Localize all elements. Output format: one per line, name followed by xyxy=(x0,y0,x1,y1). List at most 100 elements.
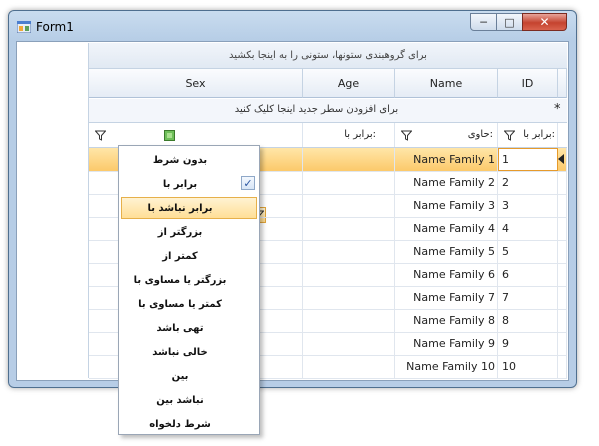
boolean-filter-checkbox[interactable] xyxy=(161,127,177,143)
menu-item-label: بین xyxy=(171,370,189,382)
funnel-icon xyxy=(400,130,412,141)
cell-id[interactable]: 3 xyxy=(498,194,558,217)
menu-item-label: کمتر از xyxy=(162,250,198,262)
close-icon: ✕ xyxy=(539,15,550,29)
new-row-marker: * xyxy=(554,102,561,117)
cell-name[interactable]: Name Family 2 xyxy=(395,171,498,194)
filter-operator-label: برابر با: xyxy=(344,129,376,140)
cell-age[interactable] xyxy=(303,194,395,217)
row-header[interactable] xyxy=(558,171,567,194)
cell-age[interactable] xyxy=(303,355,395,378)
row-header[interactable] xyxy=(558,240,567,263)
menu-item[interactable]: نباشد بین xyxy=(121,389,257,411)
row-header[interactable] xyxy=(558,355,567,378)
row-header[interactable] xyxy=(558,263,567,286)
column-header-label: Name xyxy=(429,76,463,90)
menu-item[interactable]: خالی نباشد xyxy=(121,341,257,363)
menu-item[interactable]: شرط دلخواه xyxy=(121,413,257,435)
menu-item[interactable]: کمتر از xyxy=(121,245,257,267)
cell-id[interactable]: 2 xyxy=(498,171,558,194)
menu-item[interactable]: بزرگتر از xyxy=(121,221,257,243)
cell-age[interactable] xyxy=(303,148,395,171)
cell-id[interactable]: 7 xyxy=(498,286,558,309)
cell-id[interactable]: 6 xyxy=(498,263,558,286)
cell-id[interactable]: 8 xyxy=(498,309,558,332)
cell-age[interactable] xyxy=(303,171,395,194)
close-button[interactable]: ✕ xyxy=(522,13,567,31)
menu-item[interactable]: بدون شرط xyxy=(121,149,257,171)
menu-item[interactable]: برابر با ✓ xyxy=(121,173,257,195)
cell-age[interactable] xyxy=(303,332,395,355)
group-panel-text: برای گروهبندی ستونها، ستونی را به اینجا … xyxy=(229,50,427,61)
cell-id[interactable]: 10 xyxy=(498,355,558,378)
column-header-name[interactable]: Name xyxy=(395,69,498,98)
menu-item[interactable]: تهی باشد xyxy=(121,317,257,339)
cell-age[interactable] xyxy=(303,217,395,240)
filter-button-name[interactable] xyxy=(398,127,414,143)
row-header[interactable] xyxy=(558,194,567,217)
menu-item-label: تهی باشد xyxy=(156,322,204,334)
cell-id[interactable]: 9 xyxy=(498,332,558,355)
app-window: Form1 ─ □ ✕ برای گروهبندی ستونها، ستونی … xyxy=(8,10,577,388)
filter-cell-name[interactable]: حاوی: xyxy=(395,123,498,147)
cell-name[interactable]: Name Family 7 xyxy=(395,286,498,309)
row-header[interactable] xyxy=(558,286,567,309)
cell-id[interactable]: 4 xyxy=(498,217,558,240)
column-header-sex[interactable]: Sex xyxy=(89,69,303,98)
column-header-age[interactable]: Age xyxy=(303,69,395,98)
cell-id[interactable]: 5 xyxy=(498,240,558,263)
cell-name[interactable]: Name Family 3 xyxy=(395,194,498,217)
cell-name[interactable]: Name Family 1 xyxy=(395,148,498,171)
column-header-label: Age xyxy=(337,76,360,90)
maximize-button[interactable]: □ xyxy=(496,13,523,31)
cell-age[interactable] xyxy=(303,286,395,309)
row-header[interactable] xyxy=(558,309,567,332)
filter-operator-label: حاوی: xyxy=(467,129,493,140)
menu-item-label: برابر با xyxy=(162,178,198,190)
minimize-button[interactable]: ─ xyxy=(470,13,497,31)
column-header-id[interactable]: ID xyxy=(498,69,558,98)
new-row[interactable]: برای افزودن سطر جدید اینجا کلیک کنید * xyxy=(89,99,567,123)
menu-item[interactable]: بین xyxy=(121,365,257,387)
cell-age[interactable] xyxy=(303,309,395,332)
cell-name[interactable]: Name Family 4 xyxy=(395,217,498,240)
maximize-icon: □ xyxy=(504,15,515,29)
menu-item-label: بزرگتر یا مساوی با xyxy=(133,274,227,286)
filter-operator-label: برابر با: xyxy=(523,129,555,140)
title-bar[interactable]: Form1 ─ □ ✕ xyxy=(9,11,576,41)
menu-item-label: شرط دلخواه xyxy=(149,418,211,430)
menu-item-label: خالی نباشد xyxy=(152,346,208,358)
cell-name[interactable]: Name Family 8 xyxy=(395,309,498,332)
new-row-text: برای افزودن سطر جدید اینجا کلیک کنید xyxy=(234,104,399,115)
filter-operator-menu: بدون شرط برابر با ✓ برابر نباشد با بزرگتر از… xyxy=(118,145,260,435)
column-header-label: ID xyxy=(521,76,534,90)
filter-cell-sex[interactable] xyxy=(89,123,303,147)
row-indicator-icon xyxy=(558,154,564,164)
window-title: Form1 xyxy=(36,20,74,34)
filter-cell-age[interactable]: برابر با: xyxy=(303,123,395,147)
menu-item-label: نباشد بین xyxy=(156,394,204,406)
menu-item-label: بزرگتر از xyxy=(157,226,203,238)
checkbox-filter-icon xyxy=(163,129,175,141)
filter-cell-id[interactable]: برابر با: xyxy=(498,123,558,147)
cell-age[interactable] xyxy=(303,240,395,263)
menu-item[interactable]: بزرگتر یا مساوی با xyxy=(121,269,257,291)
minimize-icon: ─ xyxy=(480,15,487,29)
filter-button-sex[interactable] xyxy=(92,127,108,143)
column-header-label: Sex xyxy=(185,76,206,90)
menu-item[interactable]: کمتر یا مساوی با xyxy=(121,293,257,315)
cell-age[interactable] xyxy=(303,263,395,286)
cell-name[interactable]: Name Family 6 xyxy=(395,263,498,286)
menu-item-label: برابر نباشد با xyxy=(147,202,213,214)
cell-name[interactable]: Name Family 10 xyxy=(395,355,498,378)
cell-id[interactable]: 1 xyxy=(498,148,558,171)
window-icon xyxy=(17,21,31,33)
group-panel[interactable]: برای گروهبندی ستونها، ستونی را به اینجا … xyxy=(89,43,567,69)
cell-name[interactable]: Name Family 5 xyxy=(395,240,498,263)
cell-name[interactable]: Name Family 9 xyxy=(395,332,498,355)
funnel-icon xyxy=(503,130,515,141)
row-header[interactable] xyxy=(558,332,567,355)
row-header[interactable] xyxy=(558,217,567,240)
filter-button-id[interactable] xyxy=(501,127,517,143)
menu-item[interactable]: برابر نباشد با xyxy=(121,197,257,219)
